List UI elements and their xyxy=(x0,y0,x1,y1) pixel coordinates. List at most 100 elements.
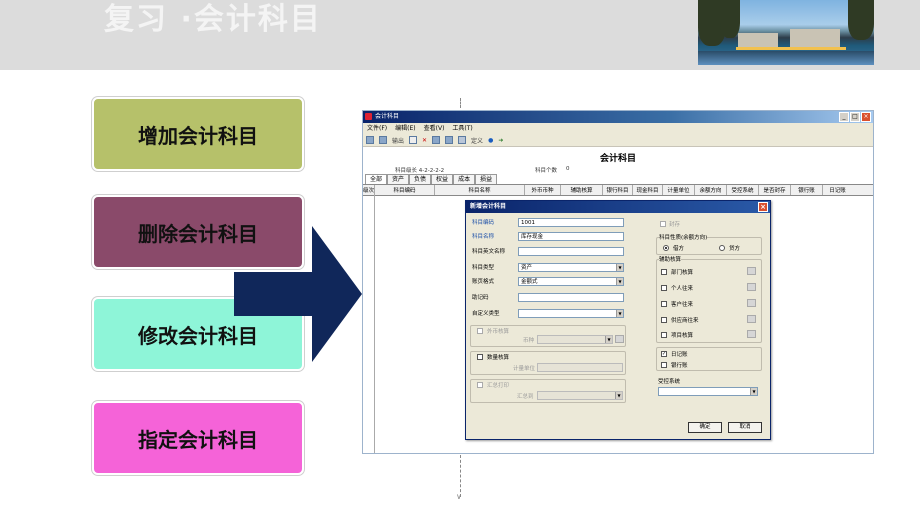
col-journal[interactable]: 日记账 xyxy=(823,185,852,195)
col-sealed[interactable]: 是否封存 xyxy=(759,185,791,195)
quantity-label: 数量核算 xyxy=(487,355,510,361)
menu-add-account[interactable]: 增加会计科目 xyxy=(92,97,304,171)
ok-button[interactable]: 确定 xyxy=(688,422,722,433)
dialog-close-icon[interactable]: × xyxy=(758,202,768,212)
col-code[interactable]: 科目编码 xyxy=(375,185,435,195)
type-select[interactable]: 资产 ▼ xyxy=(518,263,624,272)
doc-title: 会计科目 xyxy=(599,154,636,164)
table-header: 级次 科目编码 科目名称 外币币种 辅助核算 银行科目 现金科目 计量单位 余额… xyxy=(363,184,873,196)
chevron-down-icon[interactable]: ▼ xyxy=(616,310,623,317)
col-aux[interactable]: 辅助核算 xyxy=(561,185,603,195)
credit-radio[interactable] xyxy=(719,245,725,251)
col-name[interactable]: 科目名称 xyxy=(435,185,525,195)
person-ref-icon[interactable] xyxy=(747,283,756,291)
delete-icon[interactable]: ✕ xyxy=(422,137,427,144)
journal-checkbox[interactable]: ✓ xyxy=(661,351,667,357)
exit-icon[interactable]: ➜ xyxy=(498,137,503,144)
col-level[interactable]: 级次 xyxy=(363,185,375,195)
person-checkbox[interactable] xyxy=(661,285,667,291)
custom-type-select[interactable]: ▼ xyxy=(518,309,624,318)
close-icon[interactable]: × xyxy=(861,112,871,122)
col-bank-book[interactable]: 银行账 xyxy=(791,185,823,195)
print-setup-icon[interactable] xyxy=(366,136,374,144)
aux-group: 辅助核算 部门核算 个人往来 客户往来 供应商往来 项目核算 xyxy=(656,255,762,343)
col-bank-account[interactable]: 银行科目 xyxy=(603,185,633,195)
dialog-title: 新增会计科目 xyxy=(470,203,507,210)
customer-label: 客户往来 xyxy=(671,302,694,308)
chevron-down-icon[interactable]: ▼ xyxy=(750,388,757,395)
dashed-guide-top xyxy=(460,98,461,108)
preview-icon[interactable] xyxy=(379,136,387,144)
direction-label: 科目性质(余额方向) xyxy=(659,233,708,241)
project-checkbox[interactable] xyxy=(661,332,667,338)
menu-edit[interactable]: 编辑(E) xyxy=(395,123,415,134)
credit-label: 贷方 xyxy=(729,246,741,252)
define-button[interactable]: 定义 xyxy=(471,136,483,145)
foreign-checkbox[interactable] xyxy=(477,328,483,334)
tab-liabilities[interactable]: 负债 xyxy=(409,174,432,184)
debit-radio[interactable] xyxy=(663,245,669,251)
chevron-down-icon[interactable]: ▼ xyxy=(615,392,622,399)
mnemonic-field[interactable] xyxy=(518,293,624,302)
chevron-down-icon[interactable]: ▼ xyxy=(605,336,612,343)
campus-photo xyxy=(698,0,874,65)
col-currency[interactable]: 外币币种 xyxy=(525,185,561,195)
summary-to-select[interactable]: ▼ xyxy=(537,391,623,400)
controlled-select[interactable]: ▼ xyxy=(658,387,758,396)
unit-field[interactable] xyxy=(537,363,623,372)
menu-tools[interactable]: 工具(T) xyxy=(452,123,472,134)
find-icon[interactable] xyxy=(432,136,441,144)
en-name-field[interactable] xyxy=(518,247,624,256)
dept-label: 部门核算 xyxy=(671,270,694,276)
currency-label: 币种 xyxy=(523,338,535,344)
col-direction[interactable]: 余额方向 xyxy=(695,185,727,195)
help-icon[interactable]: ● xyxy=(488,137,493,144)
chevron-down-icon[interactable]: ▼ xyxy=(616,264,623,271)
menu-add-account-label: 增加会计科目 xyxy=(138,123,258,148)
menu-view[interactable]: 查看(V) xyxy=(424,123,445,134)
count-value: 0 xyxy=(566,166,570,172)
define-icon[interactable] xyxy=(458,136,467,144)
col-cash-account[interactable]: 现金科目 xyxy=(633,185,663,195)
cancel-button[interactable]: 取消 xyxy=(728,422,762,433)
supplier-checkbox[interactable] xyxy=(661,317,667,323)
menu-designate-account[interactable]: 指定会计科目 xyxy=(92,401,304,475)
dept-ref-icon[interactable] xyxy=(747,267,756,275)
filter-icon[interactable] xyxy=(445,136,454,144)
account-meta: 科目级长 4-2-2-2-2 科目个数 0 xyxy=(363,164,873,174)
tab-pnl[interactable]: 损益 xyxy=(475,174,498,184)
supplier-ref-icon[interactable] xyxy=(747,315,756,323)
customer-ref-icon[interactable] xyxy=(747,299,756,307)
add-icon[interactable] xyxy=(409,136,418,144)
customer-checkbox[interactable] xyxy=(661,301,667,307)
summary-print-label: 汇总打印 xyxy=(487,383,510,389)
tab-all[interactable]: 全部 xyxy=(365,174,388,184)
dialog-titlebar: 新增会计科目 × xyxy=(466,201,770,213)
code-field[interactable]: 1001 xyxy=(518,218,624,227)
menu-file[interactable]: 文件(F) xyxy=(367,123,387,134)
col-unit[interactable]: 计量单位 xyxy=(663,185,695,195)
currency-select[interactable]: ▼ xyxy=(537,335,613,344)
maximize-icon[interactable]: □ xyxy=(850,112,860,122)
quantity-checkbox[interactable] xyxy=(477,354,483,360)
output-button[interactable]: 输出 xyxy=(392,136,404,145)
chevron-down-icon[interactable]: ▼ xyxy=(616,278,623,285)
add-account-dialog: 新增会计科目 × 科目编码 1001 科目名称 库存现金 科目英文名称 科目类型… xyxy=(465,200,771,440)
controlled-label: 受控系统 xyxy=(658,379,681,385)
window-titlebar: 会计科目 _ □ × xyxy=(363,111,873,123)
currency-ref-icon[interactable] xyxy=(615,335,624,343)
format-label: 账页格式 xyxy=(472,279,495,285)
project-ref-icon[interactable] xyxy=(747,330,756,338)
bank-book-checkbox[interactable] xyxy=(661,362,667,368)
tab-equity[interactable]: 权益 xyxy=(431,174,454,184)
tab-assets[interactable]: 资产 xyxy=(387,174,410,184)
tab-cost[interactable]: 成本 xyxy=(453,174,476,184)
format-select[interactable]: 金额式 ▼ xyxy=(518,277,624,286)
project-label: 项目核算 xyxy=(671,333,694,339)
sealed-checkbox[interactable] xyxy=(660,221,666,227)
dept-checkbox[interactable] xyxy=(661,269,667,275)
minimize-icon[interactable]: _ xyxy=(839,112,849,122)
col-controlled[interactable]: 受控系统 xyxy=(727,185,759,195)
name-field[interactable]: 库存现金 xyxy=(518,232,624,241)
summary-print-checkbox[interactable] xyxy=(477,382,483,388)
